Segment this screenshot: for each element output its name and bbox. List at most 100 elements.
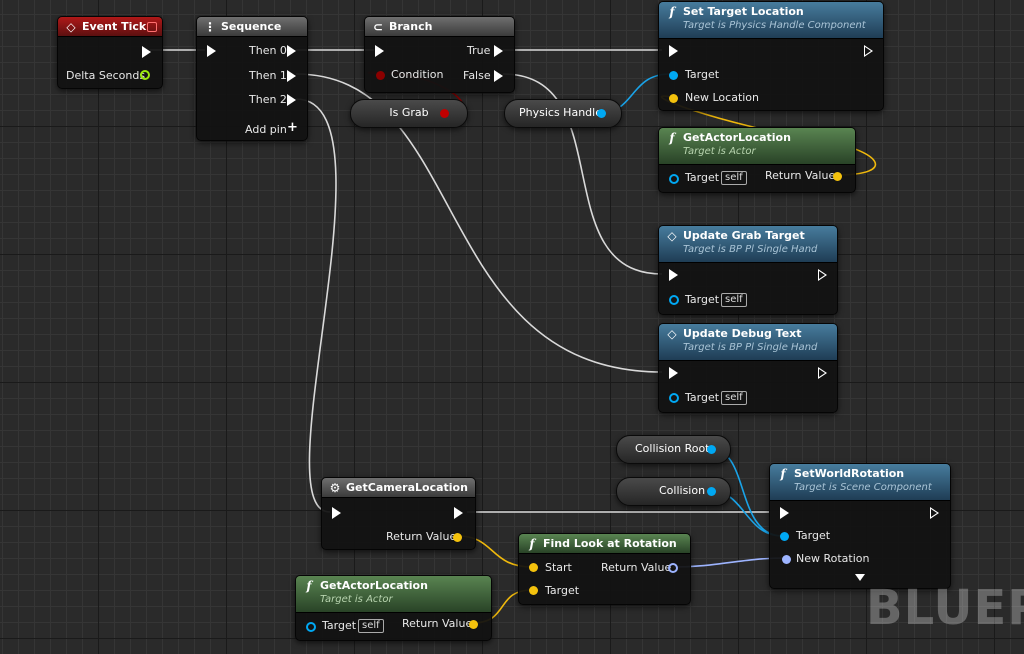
target-label: Target [322,619,357,632]
then1-pin[interactable] [287,70,296,82]
exec-in-pin[interactable] [669,45,678,57]
diamond-icon: ◇ [667,327,677,341]
target-pin[interactable] [669,174,679,184]
exec-in-pin[interactable] [669,367,678,379]
then2-label: Then 2 [249,93,287,106]
exec-out-pin[interactable] [930,507,939,519]
node-subtitle: Target is BP Pl Single Hand [683,244,818,255]
exec-in-pin[interactable] [332,507,341,519]
node-title: SetWorldRotation [794,467,905,480]
node-title: GetActorLocation [320,579,428,592]
get-actor-location-node[interactable]: f GetActorLocation Target is Actor Target … [658,127,856,193]
return-value-pin[interactable] [469,620,478,629]
target-label: Target [685,171,720,184]
node-title: Set Target Location [683,5,804,18]
target-label: Target [796,529,831,542]
then2-pin[interactable] [287,94,296,106]
exec-out-pin[interactable] [142,46,151,58]
false-pin[interactable] [494,70,503,82]
exec-out-pin[interactable] [454,507,463,519]
physics-handle-out-pin[interactable] [597,109,606,118]
return-value-pin[interactable] [453,533,462,542]
variable-label: Collision [659,484,706,497]
set-target-location-node[interactable]: f Set Target Location Target is Physics Ha… [658,1,884,111]
target-label: Target [685,68,720,81]
node-title: Find Look at Rotation [543,537,677,550]
target-pin[interactable] [669,71,678,80]
target-label: Target [685,293,720,306]
diamond-icon: ◇ [66,20,76,34]
get-actor-location-node-2[interactable]: f GetActorLocation Target is Actor Target … [295,575,492,641]
exec-in-pin[interactable] [207,45,216,57]
find-look-at-rotation-node[interactable]: f Find Look at Rotation Start Return Valu… [518,533,691,605]
function-icon: f [669,5,675,19]
function-icon: f [306,579,312,593]
self-tag: self [358,619,384,633]
exec-in-pin[interactable] [780,507,789,519]
expand-arrow-icon[interactable] [855,574,865,581]
exec-out-pin[interactable] [818,269,827,281]
target-pin[interactable] [780,532,789,541]
is-grab-out-pin[interactable] [440,109,449,118]
node-title: GetActorLocation [683,131,791,144]
then1-label: Then 1 [249,69,287,82]
start-pin[interactable] [529,563,538,572]
target-pin[interactable] [669,295,679,305]
then0-label: Then 0 [249,44,287,57]
delta-seconds-pin[interactable] [140,70,150,80]
update-grab-target-node[interactable]: ◇ Update Grab Target Target is BP Pl Singl… [658,225,838,315]
add-pin-icon[interactable]: + [287,120,298,135]
target-pin[interactable] [306,622,316,632]
exec-out-pin[interactable] [864,45,873,57]
branch-node[interactable]: ⊂ Branch True Condition False [364,16,515,93]
collision-out-pin[interactable] [707,487,716,496]
update-debug-text-node[interactable]: ◇ Update Debug Text Target is BP Pl Single… [658,323,838,413]
new-rotation-pin[interactable] [782,555,791,564]
condition-pin[interactable] [376,71,385,80]
event-tick-node[interactable]: ◇ Event Tick Delta Seconds [57,16,163,89]
get-camera-location-node[interactable]: ⚙ GetCameraLocation Return Value [321,477,476,550]
node-title: Branch [389,20,433,33]
exec-out-pin[interactable] [818,367,827,379]
target-label: Target [685,391,720,404]
node-title: Sequence [221,20,282,33]
collision-root-variable[interactable]: Collision Root [616,435,731,464]
wire-then2-camera [295,98,337,513]
false-label: False [463,69,491,82]
is-grab-variable[interactable]: Is Grab [350,99,468,128]
return-value-pin[interactable] [668,563,678,573]
target-pin[interactable] [669,393,679,403]
return-value-label: Return Value [402,617,473,630]
collision-variable[interactable]: Collision [616,477,731,506]
function-icon: f [529,537,535,551]
physics-handle-variable[interactable]: Physics Handle [504,99,622,128]
exec-in-pin[interactable] [669,269,678,281]
stop-icon [147,22,157,32]
condition-label: Condition [391,68,444,81]
collision-root-out-pin[interactable] [707,445,716,454]
set-world-rotation-node[interactable]: f SetWorldRotation Target is Scene Compone… [769,463,951,589]
sequence-icon: ⋮ [204,20,216,34]
node-title: Update Grab Target [683,229,805,242]
return-value-pin[interactable] [833,172,842,181]
then0-pin[interactable] [287,45,296,57]
true-label: True [467,44,491,57]
return-value-label: Return Value [765,169,836,182]
add-pin-label[interactable]: Add pin [245,123,287,136]
start-label: Start [545,561,572,574]
target-label: Target [545,584,580,597]
new-rotation-label: New Rotation [796,552,870,565]
true-pin[interactable] [494,45,503,57]
variable-label: Physics Handle [519,106,602,119]
new-location-pin[interactable] [669,94,678,103]
variable-label: Collision Root [635,442,710,455]
node-subtitle: Target is Scene Component [794,482,932,493]
node-title: Event Tick [82,20,147,33]
gear-icon: ⚙ [329,481,341,495]
self-tag: self [721,171,747,185]
sequence-node[interactable]: ⋮ Sequence Then 0 Then 1 Then 2 Add pin + [196,16,308,141]
delta-seconds-label: Delta Seconds [66,69,146,82]
target-pin[interactable] [529,586,538,595]
exec-in-pin[interactable] [375,45,384,57]
new-location-label: New Location [685,91,760,104]
